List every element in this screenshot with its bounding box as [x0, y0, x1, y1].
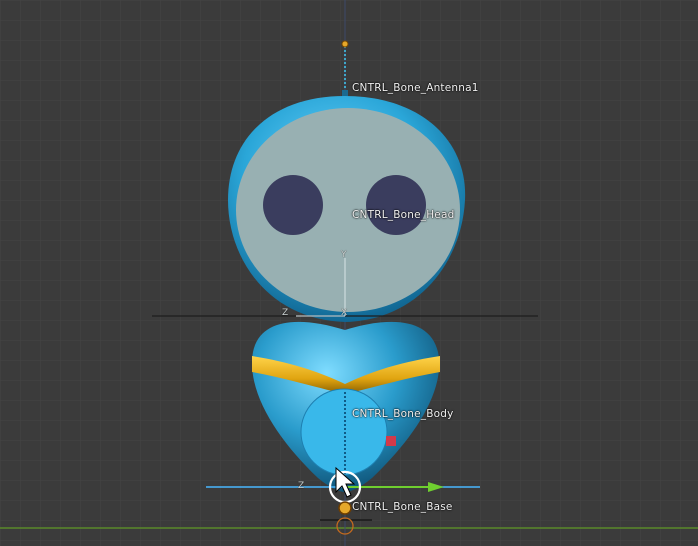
viewport-canvas[interactable] [0, 0, 698, 546]
bone-label-antenna[interactable]: CNTRL_Bone_Antenna1 [352, 82, 479, 94]
red-marker[interactable] [386, 436, 396, 446]
bone-label-head[interactable]: CNTRL_Bone_Head [352, 209, 454, 221]
bone-label-base[interactable]: CNTRL_Bone_Base [352, 501, 453, 513]
x-axis-label: X [341, 308, 348, 318]
bone-label-body[interactable]: CNTRL_Bone_Body [352, 408, 454, 420]
manipulator-z-label: Z [298, 481, 305, 491]
z-axis-label: Z [282, 308, 289, 318]
3d-viewport[interactable]: Y Z X Z CNTRL_Bone_Antenna1 CNTRL_Bone_H… [0, 0, 698, 546]
right-eye [366, 175, 426, 235]
y-axis-label: Y [341, 250, 347, 260]
left-eye [263, 175, 323, 235]
